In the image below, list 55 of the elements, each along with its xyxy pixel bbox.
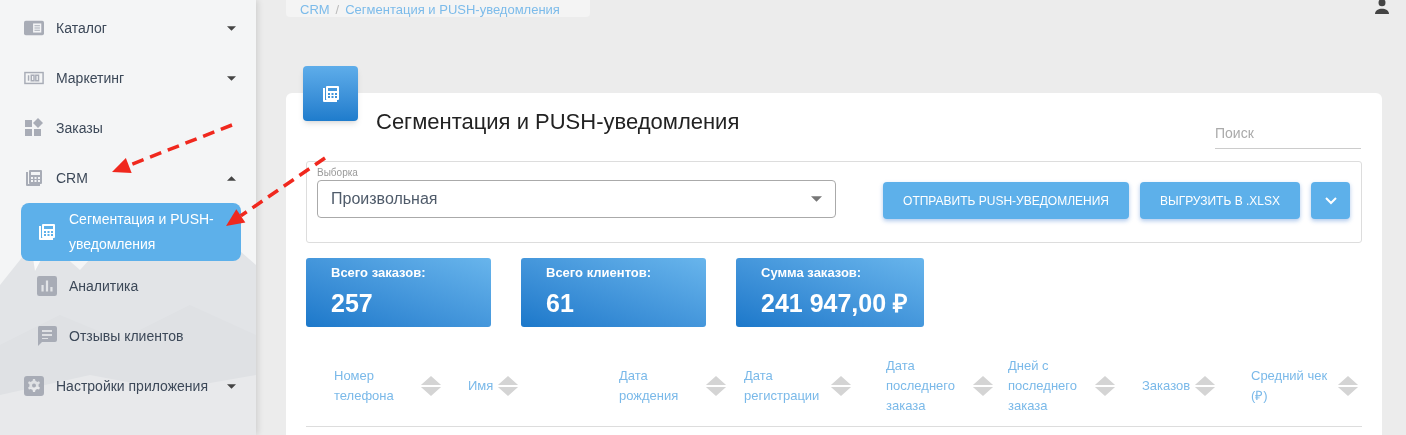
sort-icon	[830, 374, 852, 398]
breadcrumb-separator: /	[335, 3, 340, 17]
sidebar-item[interactable]: Отзывы клиентов	[21, 311, 241, 361]
column-header[interactable]: Имя	[468, 376, 494, 396]
dropdown-button[interactable]	[1311, 182, 1350, 219]
comment-icon	[37, 326, 57, 346]
sort-icon	[420, 374, 442, 398]
column-header[interactable]: Дата последнего заказа	[886, 356, 968, 416]
sidebar-item[interactable]: Маркетинг	[24, 53, 246, 103]
gear-icon	[24, 376, 44, 396]
caret-down-icon	[227, 25, 236, 31]
sidebar-item[interactable]: Аналитика	[21, 261, 241, 311]
calculator-icon	[37, 222, 57, 242]
action-button[interactable]: ВЫГРУЗИТЬ В .XLSX	[1140, 182, 1300, 219]
sidebar-item[interactable]: Настройки приложения	[24, 361, 246, 411]
search-field[interactable]: Поиск	[1215, 123, 1361, 149]
chevron-down-icon	[1324, 196, 1337, 205]
action-button[interactable]: ОТПРАВИТЬ PUSH-УВЕДОМЛЕНИЯ	[883, 182, 1129, 219]
caret-down-icon	[227, 383, 236, 389]
column-header[interactable]: Заказов	[1142, 376, 1191, 396]
column-header[interactable]: Средний чек (₽)	[1251, 366, 1333, 406]
selection-dropdown[interactable]: Произвольная	[317, 180, 836, 218]
calculator-icon	[320, 83, 341, 104]
caret-down-icon	[811, 196, 822, 202]
caret-down-icon	[227, 75, 236, 81]
book-icon	[24, 18, 44, 38]
stat-label: Всего клиентов:	[546, 264, 653, 282]
user-icon	[1374, 0, 1390, 14]
sidebar-item[interactable]: Заказы	[24, 103, 246, 153]
stat-value: 257	[331, 288, 374, 319]
column-header[interactable]: Дней с последнего заказа	[1008, 356, 1090, 416]
caret-up-icon	[227, 175, 236, 181]
column-header[interactable]: Номер телефона	[334, 366, 416, 406]
page-title: Сегментация и PUSH-уведомления	[376, 108, 740, 136]
stat-value: 241 947,00 ₽	[761, 288, 909, 319]
calculator-icon	[24, 168, 44, 188]
sort-icon	[1194, 374, 1217, 398]
sort-icon	[972, 374, 994, 398]
column-header[interactable]: Дата рождения	[619, 366, 701, 406]
sidebar-item[interactable]: Сегментация и PUSH-уведомления	[21, 203, 241, 261]
select-label: Выборка	[317, 166, 359, 180]
widgets-icon	[24, 118, 44, 138]
stat-label: Сумма заказов:	[761, 264, 863, 282]
column-header[interactable]: Дата регистрации	[744, 366, 826, 406]
breadcrumb-link[interactable]: CRM	[300, 3, 330, 17]
bar-chart-icon	[37, 276, 57, 296]
stat-value: 61	[546, 288, 575, 319]
sort-icon	[497, 374, 520, 398]
sort-icon	[705, 374, 727, 398]
sort-icon	[1094, 374, 1116, 398]
sidebar-item[interactable]: Каталог	[24, 3, 246, 53]
breadcrumb-link[interactable]: Сегментация и PUSH-уведомления	[345, 3, 560, 17]
stat-label: Всего заказов:	[331, 264, 427, 282]
sort-icon	[1337, 374, 1359, 398]
sidebar-item[interactable]: CRM	[24, 153, 246, 203]
